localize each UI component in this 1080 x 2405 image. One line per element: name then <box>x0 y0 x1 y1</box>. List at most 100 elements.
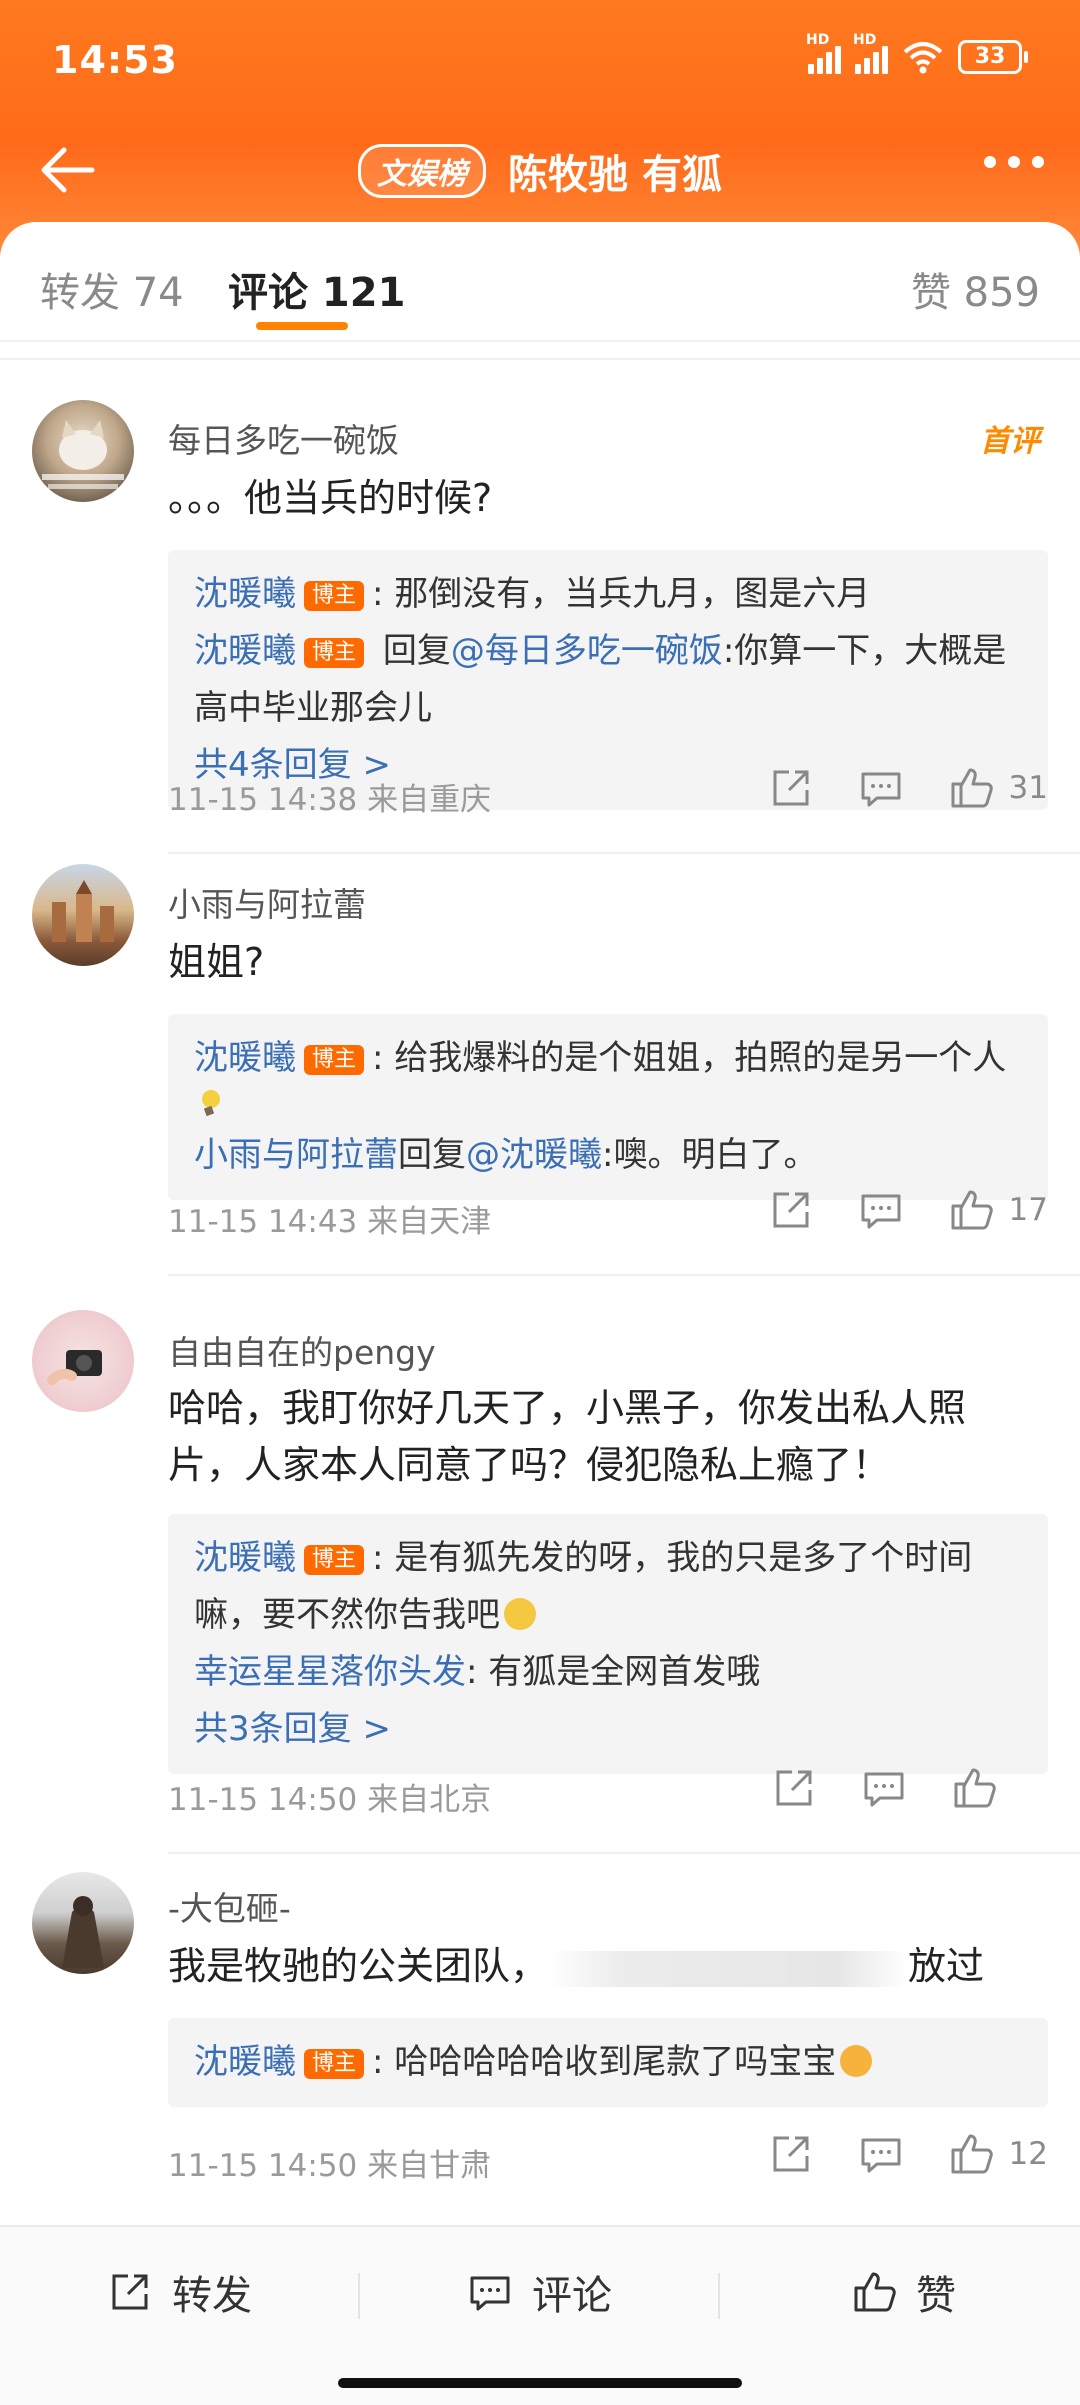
avatar[interactable] <box>32 1310 134 1412</box>
divider <box>358 2273 360 2319</box>
status-icons: HD HD 33 <box>806 32 1028 74</box>
reply-author[interactable]: 沈暖曦 <box>194 2042 296 2082</box>
comment-actions: 31 <box>725 764 1048 812</box>
comment-icon[interactable] <box>857 1186 905 1234</box>
tab-like[interactable]: 赞 859 <box>911 260 1040 318</box>
comment-actions: 12 <box>725 2130 1048 2178</box>
figure-avatar-icon <box>62 1896 104 1968</box>
tab-comment[interactable]: 评论 121 <box>228 260 405 318</box>
comment-icon[interactable] <box>857 2130 905 2178</box>
like-count: 31 <box>1008 770 1048 806</box>
nav-bar: 文娱榜 陈牧驰 有狐 <box>0 120 1080 220</box>
home-indicator[interactable] <box>338 2378 742 2388</box>
comment-text: 我是牧驰的公关团队， 放过 <box>168 1938 1020 1995</box>
share-icon <box>112 2274 148 2310</box>
wifi-icon <box>903 42 943 74</box>
reply-author[interactable]: 沈暖曦 <box>194 1538 296 1578</box>
tab-bar: 转发 74 评论 121 赞 859 <box>0 222 1080 342</box>
divider <box>168 1852 1080 1854</box>
like-icon[interactable] <box>947 2130 995 2178</box>
comment-text: 姐姐? <box>168 940 265 984</box>
comment-text-part: 放过 <box>908 1944 985 1988</box>
like-icon[interactable] <box>950 1764 998 1812</box>
reply-author[interactable]: 沈暖曦 <box>194 574 296 614</box>
cat-avatar-icon <box>42 420 124 489</box>
avatar[interactable] <box>32 864 134 966</box>
castle-avatar-icon <box>52 880 114 942</box>
share-icon[interactable] <box>770 1764 818 1812</box>
reply-box[interactable]: 沈暖曦 博主: 是有狐先发的呀，我的只是多了个时间嘛，要不然你告我吧 幸运星星落你… <box>168 1514 1048 1774</box>
comment-icon[interactable] <box>860 1764 908 1812</box>
reply-author[interactable]: 沈暖曦 <box>194 1038 296 1078</box>
active-tab-indicator <box>256 322 348 330</box>
comment-icon <box>470 2276 510 2311</box>
top-header: 14:53 HD HD 33 文娱榜 陈牧驰 有狐 <box>0 0 1080 260</box>
reply-verb: 回复 <box>398 1135 466 1175</box>
kiss-emoji-icon <box>840 2045 873 2077</box>
reply-line: 沈暖曦 博主 回复@每日多吃一碗饭:你算一下，大概是高中毕业那会儿 <box>194 623 1022 737</box>
comment-meta: 11-15 14:38 来自重庆 <box>168 782 492 818</box>
like-icon[interactable] <box>947 764 995 812</box>
comment-actions: 17 <box>725 1186 1048 1234</box>
reply-mention[interactable]: @每日多吃一碗饭 <box>451 631 723 671</box>
comment-username[interactable]: 小雨与阿拉蕾 <box>168 878 366 926</box>
author-badge: 博主 <box>304 1045 365 1075</box>
awkward-emoji-icon <box>504 1598 536 1630</box>
nav-title-group: 文娱榜 陈牧驰 有狐 <box>0 142 1080 200</box>
reply-box[interactable]: 沈暖曦 博主: 哈哈哈哈哈收到尾款了吗宝宝 <box>168 2018 1048 2107</box>
comment-icon[interactable] <box>857 764 905 812</box>
repost-button[interactable]: 转发 <box>106 2263 252 2321</box>
comment-meta: 11-15 14:50 来自甘肃 <box>168 2148 492 2184</box>
like-icon <box>854 2272 896 2312</box>
divider <box>168 1274 1080 1276</box>
cell-signal-icon: HD <box>806 32 841 74</box>
reply-line: 小雨与阿拉蕾回复@沈暖曦:噢。明白了。 <box>194 1127 1022 1184</box>
comment-text: 。。。他当兵的时候? <box>168 476 493 520</box>
reply-verb: 回复 <box>372 631 451 671</box>
like-count: 12 <box>1008 2136 1048 2172</box>
reply-author[interactable]: 幸运星星落你头发 <box>194 1652 466 1692</box>
comment-username[interactable]: -大包砸- <box>168 1882 291 1930</box>
cell-signal-icon-2: HD <box>853 32 888 74</box>
comment-button[interactable]: 评论 <box>466 2263 612 2321</box>
reply-author[interactable]: 沈暖曦 <box>194 631 296 671</box>
reply-text: :噢。明白了。 <box>602 1135 818 1175</box>
reply-text: : 那倒没有，当兵九月，图是六月 <box>372 574 871 614</box>
reply-box[interactable]: 沈暖曦 博主: 给我爆料的是个姐姐，拍照的是另一个人 小雨与阿拉蕾回复@沈暖曦:噢… <box>168 1014 1048 1200</box>
more-options-icon[interactable] <box>984 156 1044 168</box>
avatar[interactable] <box>32 1872 134 1974</box>
comment-text-part: 我是牧驰的公关团队， <box>168 1944 549 1988</box>
share-icon[interactable] <box>767 764 815 812</box>
like-icon[interactable] <box>947 1186 995 1234</box>
comment-text: 哈哈，我盯你好几天了，小黑子，你发出私人照片，人家本人同意了吗？侵犯隐私上瘾了！ <box>168 1386 967 1487</box>
reply-text: : 给我爆料的是个姐姐，拍照的是另一个人 <box>372 1038 1007 1078</box>
reply-author[interactable]: 小雨与阿拉蕾 <box>194 1135 398 1175</box>
author-badge: 博主 <box>304 581 365 611</box>
hd-label: HD <box>806 32 830 48</box>
reply-line: 幸运星星落你头发: 有狐是全网首发哦 <box>194 1644 1022 1701</box>
view-more-replies[interactable]: 共3条回复 > <box>194 1701 1022 1758</box>
status-bar: 14:53 HD HD 33 <box>0 0 1080 120</box>
divider <box>0 358 1080 360</box>
reply-line: 沈暖曦 博主: 给我爆料的是个姐姐，拍照的是另一个人 <box>194 1030 1022 1087</box>
tab-repost[interactable]: 转发 74 <box>40 260 184 318</box>
reply-mention[interactable]: @沈暖曦 <box>466 1135 602 1175</box>
reply-line: 沈暖曦 博主: 那倒没有，当兵九月，图是六月 <box>194 566 1022 623</box>
divider <box>718 2273 720 2319</box>
like-label: 赞 <box>916 2273 956 2319</box>
author-badge: 博主 <box>304 2049 365 2079</box>
share-icon[interactable] <box>767 1186 815 1234</box>
author-badge: 博主 <box>304 638 365 668</box>
camera-avatar-icon <box>47 1350 102 1385</box>
share-icon[interactable] <box>767 2130 815 2178</box>
like-button[interactable]: 赞 <box>850 2263 956 2321</box>
comment-username[interactable]: 每日多吃一碗饭 <box>168 414 399 462</box>
wenyu-rank-badge[interactable]: 文娱榜 <box>358 144 487 198</box>
first-comment-badge: 首评 <box>980 424 1040 459</box>
comment-username[interactable]: 自由自在的pengy <box>168 1326 436 1374</box>
comment-actions <box>728 1764 1048 1812</box>
comment-label: 评论 <box>532 2273 612 2319</box>
avatar[interactable] <box>32 400 134 502</box>
redacted-blur <box>548 1950 909 1987</box>
reply-text: : 哈哈哈哈哈收到尾款了吗宝宝 <box>372 2042 837 2082</box>
